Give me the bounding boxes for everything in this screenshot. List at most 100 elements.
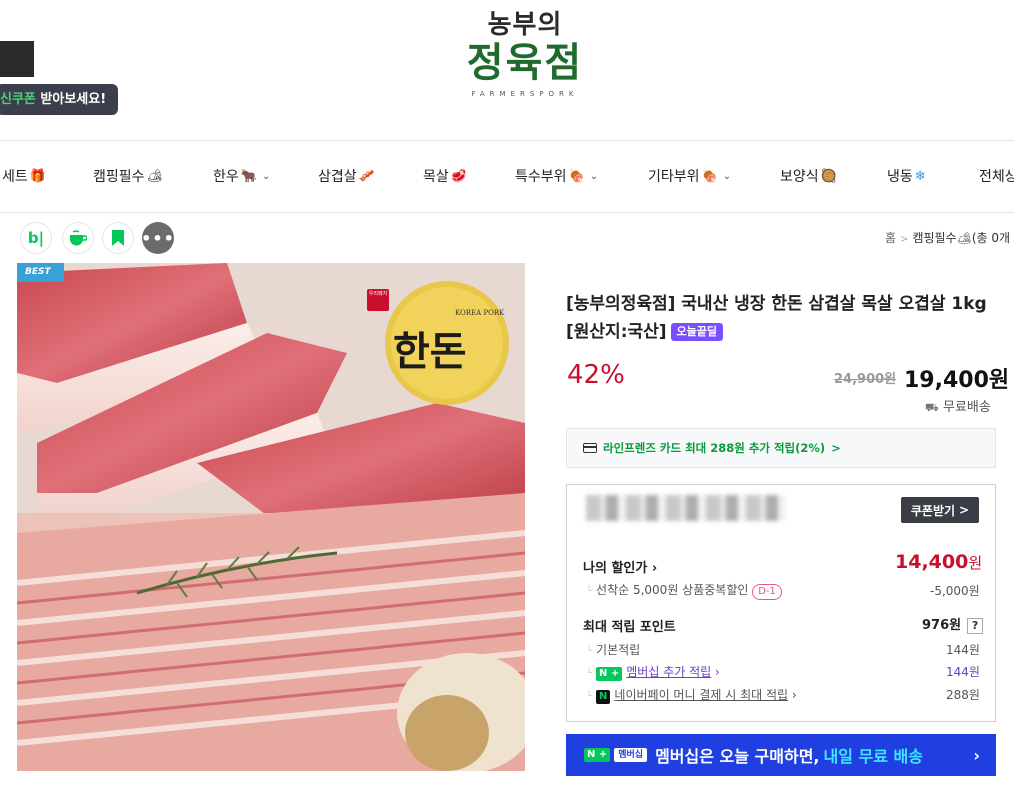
naver-plus-icon: N +: [584, 748, 611, 762]
nav-label: 목살: [423, 169, 449, 185]
chevron-right-icon: >: [959, 503, 970, 517]
nav-item-health-food[interactable]: 보양식 🥘: [780, 166, 837, 186]
chevron-right-icon: >: [831, 441, 841, 455]
best-badge: BEST: [17, 263, 64, 282]
chevron-right-icon: ›: [791, 688, 797, 702]
my-discount-label[interactable]: 나의 할인가 ›: [583, 557, 657, 576]
get-coupon-label: 쿠폰받기: [910, 503, 956, 518]
npay-point-row[interactable]: └ N 네이버페이 머니 결제 시 최대 적립 ›: [586, 686, 797, 704]
coupon-tooltip[interactable]: 신쿠폰 받아보세요!: [0, 84, 119, 115]
membership-point-value: 144원: [946, 665, 980, 679]
tree-branch-icon: └: [586, 668, 593, 679]
bookmark-icon: [112, 230, 124, 246]
product-title: [농부의정육점] 국내산 냉장 한돈 삼겹살 목살 오겹살 1kg [원산지:국…: [566, 290, 996, 346]
more-options-icon[interactable]: •••: [141, 222, 175, 254]
membership-tag: 멤버십: [614, 748, 648, 762]
npay-point-label: 네이버페이 머니 결제 시 최대 적립: [614, 688, 789, 702]
nav-label: 한우: [213, 169, 239, 185]
nav-label: 전체상: [979, 169, 1014, 185]
floating-dark-block: [0, 41, 34, 77]
first-come-amount: -5,000원: [930, 584, 980, 598]
nav-item-camping[interactable]: 캠핑필수 🏕: [93, 166, 163, 186]
logo-line2: 정육점: [466, 39, 584, 86]
membership-banner-text: 멤버십은 오늘 구매하면,: [655, 747, 820, 766]
divider: [0, 140, 1014, 141]
basic-point-row: └ 기본적립: [586, 641, 640, 658]
help-icon[interactable]: ?: [967, 618, 984, 634]
nav-item-moksal[interactable]: 목살 🥩: [423, 166, 467, 186]
nav-item-frozen[interactable]: 냉동 ❄: [887, 166, 926, 186]
blog-share-icon[interactable]: b|: [20, 222, 52, 254]
chevron-down-icon: ⌄: [589, 170, 599, 182]
card-promo-banner[interactable]: 라인프렌즈 카드 최대 288원 추가 적립(2%) >: [566, 428, 996, 468]
max-point-label: 최대 적립 포인트: [583, 620, 676, 635]
my-discount-text: 나의 할인가: [583, 561, 648, 576]
divider: [0, 212, 1014, 213]
my-discount-value: 14,400: [895, 551, 969, 573]
shipping-label: 무료배송: [942, 400, 991, 415]
breadcrumb-category[interactable]: 캠핑필수🏕(총 0개: [912, 231, 1010, 245]
bacon-icon: 🥓: [358, 168, 375, 184]
breadcrumb: 홈 > 캠핑필수🏕(총 0개: [885, 229, 1010, 246]
nav-label: 세트: [2, 169, 28, 185]
brand-korean: 한돈: [393, 328, 467, 375]
basic-point-value: 144원: [946, 643, 980, 657]
snowflake-icon: ❄: [914, 168, 926, 184]
brand-english: KOREA PORK: [455, 309, 505, 317]
membership-banner-highlight: 내일 무료 배송: [823, 747, 923, 766]
chevron-right-icon: ›: [715, 665, 720, 679]
bookmark-share-icon[interactable]: [102, 222, 134, 254]
logo-line1: 농부의: [487, 10, 563, 40]
pot-icon: 🥘: [820, 168, 837, 184]
nav-item-special-cuts[interactable]: 특수부위 🍖 ⌄: [515, 166, 598, 186]
coupon-tooltip-highlight: 신쿠폰: [0, 92, 36, 107]
membership-point-row[interactable]: └ N + 멤버십 추가 적립 ›: [586, 663, 720, 681]
max-point-value: 976원: [922, 618, 962, 633]
credit-card-icon: [583, 443, 597, 453]
discount-rate: 42%: [567, 360, 625, 390]
my-discount-price: 14,400원: [895, 551, 982, 573]
sale-price: 19,400원: [904, 368, 1010, 393]
store-logo[interactable]: 농부의 정육점 FARMERSPORK: [455, 10, 595, 110]
tree-branch-icon: └: [586, 646, 593, 657]
logo-subtitle: FARMERSPORK: [471, 90, 579, 98]
chevron-right-icon: ›: [651, 561, 658, 576]
naver-plus-icon: N +: [596, 667, 623, 681]
tree-branch-icon: └: [586, 691, 593, 702]
more-label: •••: [141, 228, 175, 248]
npay-point-value: 288원: [946, 688, 980, 702]
tree-branch-icon: └: [586, 586, 593, 597]
original-price: 24,900원: [834, 372, 897, 387]
get-coupon-button[interactable]: 쿠폰받기 >: [901, 497, 979, 523]
membership-point-label: 멤버십 추가 적립: [626, 665, 712, 679]
nav-item-samgyeopsal[interactable]: 삼겹살 🥓: [318, 166, 375, 186]
product-image[interactable]: 우리돼지 KOREA PORK 한돈: [17, 263, 525, 771]
nav-item-set[interactable]: 세트 🎁: [2, 166, 46, 186]
nav-item-all[interactable]: 전체상: [979, 166, 1014, 186]
cafe-share-icon[interactable]: [62, 222, 94, 254]
today-deal-badge: 오늘끝딜: [670, 323, 724, 341]
max-point-value-row: 976원?: [922, 614, 984, 634]
brand-seal: 우리돼지: [367, 289, 389, 311]
cow-icon: 🐂: [240, 168, 257, 184]
meat-bone-icon: 🍖: [701, 168, 718, 184]
truck-icon: ⛟: [925, 401, 939, 414]
chevron-right-icon: >: [900, 234, 909, 245]
chevron-down-icon: ⌄: [722, 170, 732, 182]
nav-item-hanwoo[interactable]: 한우 🐂 ⌄: [213, 166, 270, 186]
cup-icon: [70, 230, 87, 246]
card-promo-text: 라인프렌즈 카드 최대 288원 추가 적립(2%): [603, 441, 826, 455]
shipping-info: ⛟ 무료배송: [925, 396, 991, 416]
membership-banner[interactable]: N + 멤버십 멤버십은 오늘 구매하면, 내일 무료 배송 ›: [566, 734, 996, 776]
blog-share-label: b|: [27, 229, 45, 247]
nav-label: 특수부위: [515, 169, 567, 185]
product-title-text: [농부의정육점] 국내산 냉장 한돈 삼겹살 목살 오겹살 1kg [원산지:국…: [566, 294, 987, 342]
coupon-tooltip-text: 받아보세요!: [35, 92, 107, 107]
chevron-right-icon: ›: [973, 745, 980, 765]
nav-label: 기타부위: [648, 169, 700, 185]
first-come-label: 선착순 5,000원 상품중복할인: [596, 583, 749, 597]
nav-item-other-cuts[interactable]: 기타부위 🍖 ⌄: [648, 166, 731, 186]
gift-icon: 🎁: [29, 168, 46, 184]
breadcrumb-home[interactable]: 홈: [885, 231, 896, 245]
deadline-badge: D-1: [752, 584, 782, 600]
